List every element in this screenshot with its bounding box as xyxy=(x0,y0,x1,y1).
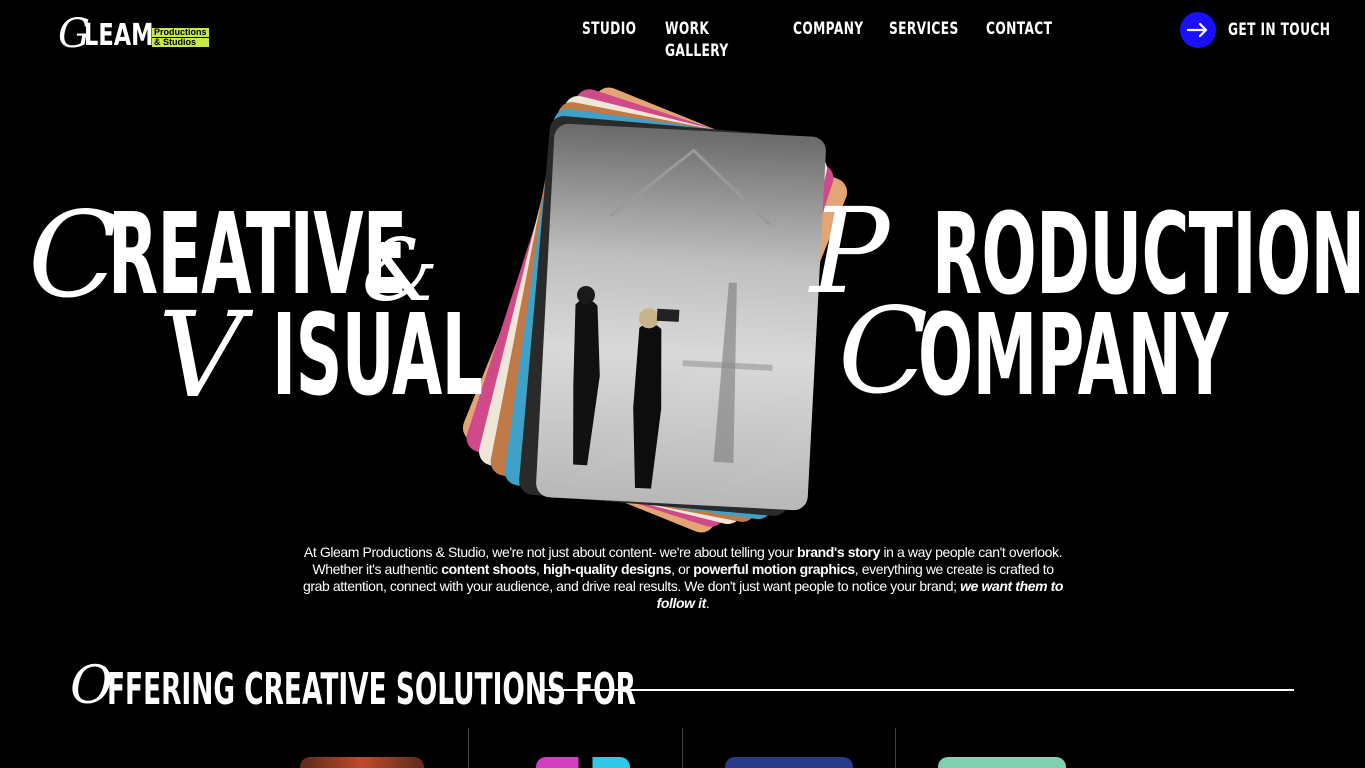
nav-services[interactable]: SERVICES xyxy=(889,18,959,40)
column-divider xyxy=(682,728,683,768)
desc-bold: brand's story xyxy=(797,544,880,560)
offering-heading: O FFERING CREATIVE SOLUTIONS FOR xyxy=(70,660,988,712)
headline-company: OMPANY xyxy=(918,291,1228,421)
desc-text: , xyxy=(536,561,543,577)
hero-description: At Gleam Productions & Studio, we're not… xyxy=(300,544,1066,612)
studio-photo xyxy=(573,148,773,489)
solution-thumbnail[interactable] xyxy=(300,757,424,768)
headline-cap-c: C xyxy=(28,186,119,324)
logo-tagline: Productions & Studios xyxy=(152,28,209,47)
solution-thumbnail[interactable] xyxy=(938,757,1066,768)
brand-logo[interactable]: G LEAM Productions & Studios xyxy=(58,11,209,57)
headline-production: RODUCTION xyxy=(932,190,1365,320)
logo-initial: G xyxy=(58,11,90,57)
desc-bold: powerful motion graphics xyxy=(693,561,855,577)
desc-text: , or xyxy=(671,561,694,577)
nav-company[interactable]: COMPANY xyxy=(793,18,864,40)
get-in-touch-label: GET IN TOUCH xyxy=(1228,20,1331,40)
nav-work-gallery[interactable]: WORK GALLERY xyxy=(665,18,729,62)
nav-studio[interactable]: STUDIO xyxy=(582,18,636,40)
headline-cap-v: V xyxy=(158,286,244,424)
headline-visual: ISUAL xyxy=(272,291,483,421)
arrow-right-icon xyxy=(1180,12,1216,48)
desc-text: At Gleam Productions & Studio, we're not… xyxy=(303,544,798,560)
nav-contact[interactable]: CONTACT xyxy=(986,18,1052,40)
stack-card xyxy=(517,114,821,518)
desc-text: . xyxy=(705,595,710,611)
offering-divider xyxy=(544,689,1294,691)
stack-card xyxy=(476,92,830,528)
column-divider xyxy=(895,728,896,768)
logo-word: LEAM xyxy=(83,18,154,53)
solution-thumbnail[interactable] xyxy=(725,757,853,768)
stack-card xyxy=(458,83,852,537)
get-in-touch-button[interactable]: GET IN TOUCH xyxy=(1180,12,1365,48)
stack-card xyxy=(502,107,824,521)
stack-card xyxy=(488,99,826,525)
stack-card xyxy=(462,85,838,531)
hero-photo-card xyxy=(535,123,827,511)
logo-tag-line2: & Studios xyxy=(152,38,209,47)
desc-bold: content shoots xyxy=(441,561,536,577)
logo-tag-line1: Productions xyxy=(152,27,209,37)
column-divider xyxy=(468,728,469,768)
headline-cap-c2: C xyxy=(838,282,929,420)
desc-bold: high-quality designs xyxy=(542,561,672,577)
solution-thumbnail[interactable] xyxy=(536,757,630,768)
